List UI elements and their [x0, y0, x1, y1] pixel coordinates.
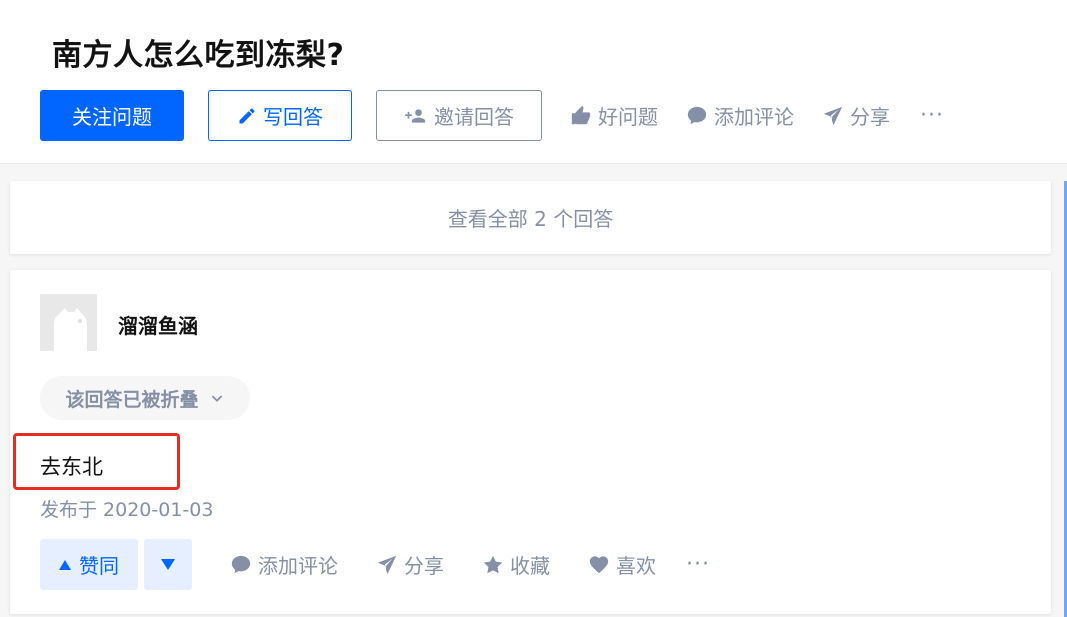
avatar[interactable]	[40, 294, 97, 351]
author-name[interactable]: 溜溜鱼涵	[118, 310, 198, 339]
answer-comment-button[interactable]: 添加评论	[230, 550, 338, 579]
answer-comment-label: 添加评论	[258, 554, 338, 578]
question-actions: 关注问题 写回答 邀请回答 好问题 添加评论 分享 ···	[40, 90, 944, 141]
answer-card: 溜溜鱼涵 该回答已被折叠 去东北 发布于 2020-01-03 赞同 添加评论 …	[10, 270, 1051, 614]
paper-plane-icon	[377, 555, 397, 574]
triangle-up-icon	[59, 559, 71, 570]
good-question-button[interactable]: 好问题	[570, 101, 658, 130]
answer-share-label: 分享	[404, 554, 444, 578]
write-answer-button[interactable]: 写回答	[208, 90, 352, 141]
comment-bubble-icon	[231, 555, 251, 573]
answer-share-button[interactable]: 分享	[376, 550, 444, 579]
thumbs-up-icon	[571, 105, 591, 124]
question-header: 南方人怎么吃到冻梨? 关注问题 写回答 邀请回答 好问题 添加评论 分享 ···	[0, 0, 1067, 164]
add-comment-button[interactable]: 添加评论	[686, 101, 794, 130]
paper-plane-icon	[823, 106, 843, 125]
invite-answer-label: 邀请回答	[434, 105, 514, 129]
write-answer-label: 写回答	[263, 105, 323, 129]
upvote-label: 赞同	[79, 554, 119, 578]
follow-question-label: 关注问题	[72, 105, 152, 129]
collapsed-notice-label: 该回答已被折叠	[65, 388, 199, 411]
upvote-button[interactable]: 赞同	[40, 539, 138, 590]
pencil-icon	[239, 107, 255, 123]
good-question-label: 好问题	[598, 105, 658, 129]
star-icon	[483, 555, 503, 573]
collect-label: 收藏	[510, 554, 550, 578]
triangle-down-icon	[161, 559, 175, 570]
downvote-button[interactable]	[144, 539, 192, 590]
comment-bubble-icon	[687, 106, 707, 124]
collect-button[interactable]: 收藏	[482, 550, 550, 579]
like-button[interactable]: 喜欢	[588, 550, 656, 579]
add-comment-label: 添加评论	[714, 105, 794, 129]
question-title: 南方人怎么吃到冻梨?	[52, 38, 345, 73]
view-all-answers-card: 查看全部 2 个回答	[10, 181, 1051, 254]
answer-actions: 赞同 添加评论 分享 收藏 喜欢 ···	[40, 539, 710, 590]
share-question-button[interactable]: 分享	[822, 101, 890, 130]
answer-content: 去东北	[40, 455, 103, 479]
view-all-answers-link[interactable]: 查看全部 2 个回答	[448, 203, 613, 232]
answer-more-button[interactable]: ···	[686, 552, 710, 577]
chevron-down-icon	[211, 395, 222, 402]
publish-date: 发布于 2020-01-03	[40, 499, 214, 521]
heart-icon	[589, 555, 609, 573]
add-person-icon	[405, 108, 426, 123]
share-question-label: 分享	[850, 105, 890, 129]
invite-answer-button[interactable]: 邀请回答	[376, 90, 542, 141]
default-avatar-icon	[40, 294, 97, 351]
collapsed-notice-toggle[interactable]: 该回答已被折叠	[40, 376, 250, 420]
like-label: 喜欢	[616, 554, 656, 578]
follow-question-button[interactable]: 关注问题	[40, 90, 184, 141]
more-options-button[interactable]: ···	[920, 103, 944, 128]
